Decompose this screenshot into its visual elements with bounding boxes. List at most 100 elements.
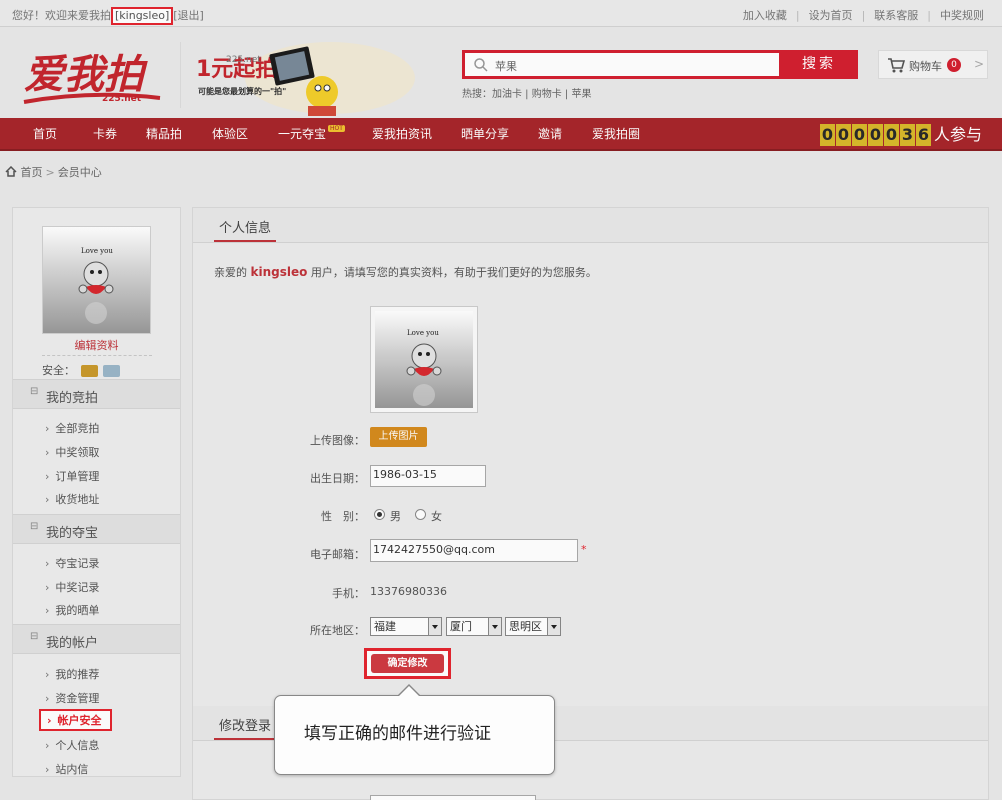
sidebar-item-prize-claim[interactable]: › 中奖领取 <box>45 444 99 460</box>
breadcrumb: 首页 > 会员中心 <box>5 164 102 180</box>
sidebar-item-label: 夺宝记录 <box>55 557 100 570</box>
sidebar-item-treasure-records[interactable]: › 夺宝记录 <box>45 555 99 571</box>
phone-verified-icon[interactable] <box>80 365 98 377</box>
nav-premium-auction[interactable]: 精品拍 <box>146 118 182 151</box>
birth-date-field[interactable]: 1986-03-15 <box>370 465 486 487</box>
upload-image-button[interactable]: 上传图片 <box>370 427 427 447</box>
nav-coupons[interactable]: 卡券 <box>93 118 117 151</box>
site-logo[interactable]: 爱我拍 225.net <box>22 40 172 120</box>
collapse-icon: ⊟ <box>30 386 39 397</box>
sidebar-item-personal-info[interactable]: › 个人信息 <box>45 737 99 753</box>
sidebar-item-my-shares[interactable]: › 我的晒单 <box>45 602 99 618</box>
sidebar-item-orders[interactable]: › 订单管理 <box>45 468 99 484</box>
phone-label: 手机： <box>332 587 365 600</box>
add-favorite-link[interactable]: 加入收藏 <box>743 9 787 22</box>
nav-home[interactable]: 首页 <box>33 118 57 151</box>
sidebar-item-win-records[interactable]: › 中奖记录 <box>45 579 99 595</box>
security-label: 安全： <box>42 364 75 377</box>
search-input[interactable]: 苹果 <box>462 50 782 79</box>
tab-personal-info[interactable]: 个人信息 <box>219 217 271 236</box>
welcome-prefix: 您好！欢迎来爱我拍 <box>12 9 111 22</box>
sidebar-item-messages[interactable]: › 站内信 <box>45 761 88 777</box>
counter-digit: 6 <box>916 124 931 146</box>
active-tab-underline <box>214 738 276 740</box>
member-sidebar: Love you 编辑资料 安全： ⊟ 我的竞拍 › 全部竞拍 › 中奖领取 › 订单… <box>12 207 181 777</box>
group-my-auctions[interactable]: ⊟ 我的竞拍 <box>13 379 180 409</box>
edit-profile-link[interactable]: 编辑资料 <box>13 337 180 353</box>
sidebar-item-account-security[interactable]: › 帐户安全 <box>39 709 112 731</box>
top-bar: 您好！欢迎来爱我拍 [kingsleo] [退出] 加入收藏 | 设为首页 | 联系客服 | 中… <box>0 0 1002 27</box>
sidebar-item-label: 我的晒单 <box>55 604 100 617</box>
chevron-down-icon <box>488 618 501 635</box>
hot-item-fuel-card[interactable]: 加油卡 <box>492 89 522 100</box>
group-title: 我的夺宝 <box>46 526 99 541</box>
promo-banner[interactable]: 1元起拍 225.net 可能是您最划算的一"拍" <box>179 38 440 118</box>
cart-button[interactable]: 购物车 0 > <box>878 50 988 79</box>
hot-label: 热搜： <box>462 89 492 100</box>
district-select[interactable]: 思明区 <box>505 617 561 636</box>
hot-badge: HOT <box>328 125 345 132</box>
svg-text:225.net: 225.net <box>226 55 261 65</box>
svg-text:爱我拍: 爱我拍 <box>24 51 148 98</box>
winning-rules-link[interactable]: 中奖规则 <box>940 9 984 22</box>
participant-counter: 0 0 0 0 0 3 6 人参与 <box>820 124 982 146</box>
chevron-right-icon: › <box>45 763 50 776</box>
sidebar-item-label: 个人信息 <box>55 739 100 752</box>
email-field[interactable]: 1742427550@qq.com <box>370 539 578 562</box>
birth-date-label: 出生日期： <box>310 472 365 485</box>
chevron-right-icon: › <box>45 739 50 752</box>
password-field[interactable] <box>370 795 536 800</box>
contact-service-link[interactable]: 联系客服 <box>874 9 918 22</box>
profile-tab-header: 个人信息 <box>193 208 988 243</box>
welcome-text: 您好！欢迎来爱我拍 [kingsleo] [退出] <box>12 7 204 25</box>
sidebar-item-label: 中奖记录 <box>55 581 100 594</box>
chevron-right-icon: › <box>45 446 50 459</box>
hot-item-shopping-card[interactable]: 购物卡 <box>532 89 562 100</box>
search-value: 苹果 <box>495 60 517 73</box>
username-link[interactable]: [kingsleo] <box>111 7 174 25</box>
collapse-icon: ⊟ <box>30 521 39 532</box>
email-verified-icon[interactable] <box>103 365 120 377</box>
gender-female-radio[interactable] <box>415 509 426 520</box>
avatar[interactable]: Love you <box>42 226 151 334</box>
nav-share[interactable]: 晒单分享 <box>461 118 509 151</box>
sidebar-item-addresses[interactable]: › 收货地址 <box>45 491 99 507</box>
home-icon <box>5 165 17 177</box>
sidebar-item-label: 帐户安全 <box>57 714 102 727</box>
sidebar-item-label: 资金管理 <box>55 692 100 705</box>
counter-digit: 0 <box>836 124 851 146</box>
breadcrumb-home[interactable]: 首页 <box>21 166 43 179</box>
district-value: 思明区 <box>509 620 542 633</box>
confirm-save-button[interactable]: 确定修改 <box>371 654 444 673</box>
city-select[interactable]: 厦门 <box>446 617 502 636</box>
tab-change-login[interactable]: 修改登录 <box>219 715 271 734</box>
cart-icon <box>888 58 905 73</box>
hot-item-apple[interactable]: 苹果 <box>571 89 591 100</box>
nav-invite[interactable]: 邀请 <box>538 118 562 151</box>
sidebar-item-referrals[interactable]: › 我的推荐 <box>45 666 99 682</box>
sidebar-item-label: 站内信 <box>55 763 89 776</box>
cart-count-badge: 0 <box>947 58 961 72</box>
top-links: 加入收藏 | 设为首页 | 联系客服 | 中奖规则 <box>742 9 984 22</box>
active-tab-underline <box>214 240 276 242</box>
nav-circle[interactable]: 爱我拍圈 <box>592 118 640 151</box>
logo-icon: 爱我拍 225.net <box>23 51 161 104</box>
set-homepage-link[interactable]: 设为首页 <box>809 9 853 22</box>
logout-link[interactable]: [退出] <box>173 9 204 22</box>
search-button[interactable]: 搜索 <box>780 50 858 79</box>
security-row: 安全： <box>42 362 120 378</box>
province-select[interactable]: 福建 <box>370 617 442 636</box>
sidebar-item-funds[interactable]: › 资金管理 <box>45 690 99 706</box>
sidebar-item-all-auctions[interactable]: › 全部竞拍 <box>45 420 99 436</box>
group-title: 我的帐户 <box>46 636 99 651</box>
counter-digit: 0 <box>820 124 835 146</box>
nav-one-yuan-treasure[interactable]: 一元夺宝 <box>278 118 326 151</box>
province-value: 福建 <box>374 620 396 633</box>
nav-news[interactable]: 爱我拍资讯 <box>372 118 432 151</box>
gender-male-radio[interactable] <box>374 509 385 520</box>
search-icon <box>474 58 488 72</box>
group-my-account[interactable]: ⊟ 我的帐户 <box>13 624 180 654</box>
nav-experience[interactable]: 体验区 <box>212 118 248 151</box>
group-my-treasure[interactable]: ⊟ 我的夺宝 <box>13 514 180 544</box>
sidebar-item-label: 收货地址 <box>55 493 100 506</box>
